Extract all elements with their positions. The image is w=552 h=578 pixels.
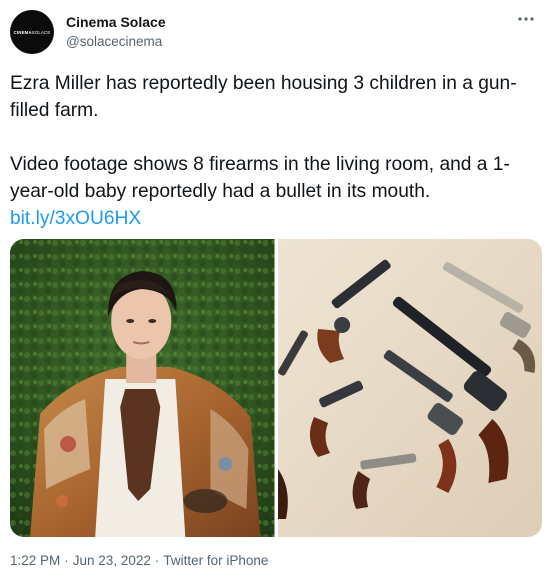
tweet-text-line2: Video footage shows 8 firearms in the li… [10, 154, 510, 202]
meta-separator: · [64, 553, 69, 568]
avatar[interactable]: CINEMASOLACE [10, 10, 54, 54]
media-photo-firearms[interactable] [277, 239, 542, 537]
tweet: CINEMASOLACE Cinema Solace @solacecinema… [0, 0, 552, 578]
tweet-metadata: 1:22 PM · Jun 23, 2022 · Twitter for iPhone [10, 553, 268, 568]
meta-separator: · [154, 553, 160, 568]
media-grid [10, 239, 542, 537]
tweet-link[interactable]: bit.ly/3xOU6HX [10, 208, 141, 229]
media-photo-person[interactable] [10, 239, 275, 537]
more-options-button[interactable] [516, 10, 536, 28]
account-handle[interactable]: @solacecinema [66, 34, 162, 49]
tweet-text-line1: Ezra Miller has reportedly been housing … [10, 73, 517, 121]
tweet-source[interactable]: Twitter for iPhone [163, 553, 268, 568]
tweet-text: Ezra Miller has reportedly been housing … [10, 70, 546, 232]
tweet-date[interactable]: Jun 23, 2022 [73, 553, 151, 568]
more-horizontal-icon [518, 17, 534, 21]
person-photo-image [10, 239, 275, 537]
avatar-logo: CINEMASOLACE [13, 29, 51, 35]
display-name[interactable]: Cinema Solace [66, 14, 166, 30]
firearms-photo-image [277, 239, 542, 537]
tweet-time[interactable]: 1:22 PM [10, 553, 60, 568]
